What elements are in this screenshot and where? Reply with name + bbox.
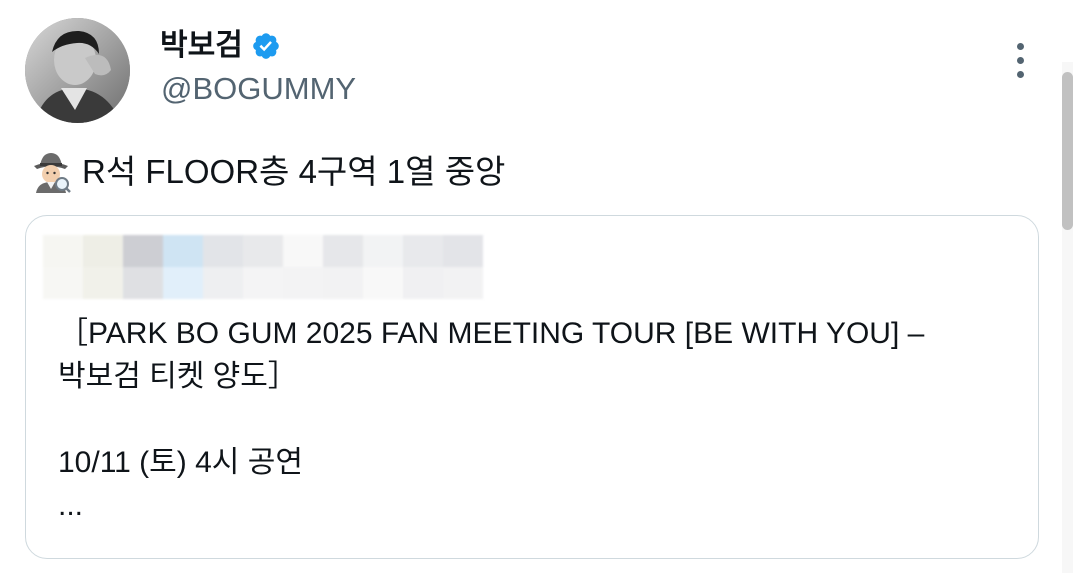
tweet-text: R석 FLOOR층 4구역 1열 중앙 <box>30 146 505 198</box>
quote-line-ellipsis: ... <box>58 489 84 522</box>
tweet-page: 박보검 @BOGUMMY R석 FLOOR층 4구역 1열 중앙 ［PARK B… <box>0 0 1073 573</box>
more-dot-icon <box>1016 42 1024 50</box>
blurred-author-header <box>43 235 483 299</box>
quoted-post-card[interactable]: ［PARK BO GUM 2025 FAN MEETING TOUR [BE W… <box>25 215 1039 559</box>
more-dot-icon <box>1016 70 1024 78</box>
avatar[interactable] <box>25 18 130 123</box>
display-name[interactable]: 박보검 <box>160 26 281 66</box>
detective-icon <box>34 153 71 193</box>
tweet-text-content: R석 FLOOR층 4구역 1열 중앙 <box>82 153 506 190</box>
quote-line-subtitle: 박보검 티켓 양도］ <box>58 360 298 393</box>
verified-badge-icon <box>253 33 279 59</box>
scrollbar-thumb[interactable] <box>1062 72 1073 230</box>
user-handle[interactable]: @BOGUMMY <box>161 70 356 108</box>
quote-spacer <box>58 398 1018 441</box>
avatar-photo <box>25 18 130 123</box>
more-options-button[interactable] <box>1004 38 1036 82</box>
display-name-text: 박보검 <box>160 28 243 63</box>
quoted-post-text: ［PARK BO GUM 2025 FAN MEETING TOUR [BE W… <box>58 312 1018 527</box>
quote-line-title: ［PARK BO GUM 2025 FAN MEETING TOUR [BE W… <box>58 317 925 350</box>
more-dot-icon <box>1016 56 1024 64</box>
quote-line-date: 10/11 (토) 4시 공연 <box>58 446 303 479</box>
